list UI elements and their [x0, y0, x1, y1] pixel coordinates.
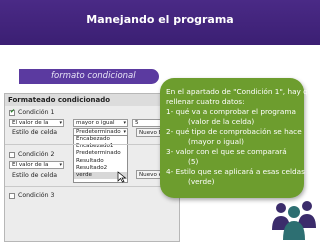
- condition2-label: Condición 2: [18, 151, 55, 158]
- condition3-label: Condición 3: [18, 192, 55, 199]
- condition1-checkbox[interactable]: [9, 108, 15, 116]
- mouse-pointer-icon: [117, 171, 127, 183]
- style-option[interactable]: Resultado: [74, 158, 127, 165]
- cond2-mode-select[interactable]: El valor de la: [9, 161, 64, 169]
- dialog-title: Formateado condicionado: [5, 94, 179, 106]
- people-group-icon: [272, 201, 316, 240]
- style2-label: Estilo de celda: [12, 172, 58, 179]
- dialog-divider: [5, 186, 179, 187]
- cond1-operator-select[interactable]: mayor o igual: [73, 119, 128, 127]
- slide-title: Manejando el programa: [86, 13, 234, 26]
- callout-line: (valor de la celda): [188, 117, 255, 126]
- cond1-mode-select[interactable]: El valor de la: [9, 119, 64, 127]
- slide-header: Manejando el programa: [0, 0, 320, 45]
- dialog-divider: [5, 144, 179, 145]
- callout-line: 3- valor con el que se comparará: [166, 147, 287, 156]
- style-option[interactable]: Predeterminado: [74, 150, 127, 157]
- condition3-checkbox[interactable]: [9, 193, 15, 199]
- callout-line: (mayor o igual): [188, 137, 244, 146]
- callout-line: (5): [188, 157, 199, 166]
- callout-line: 2- qué tipo de comprobación se hace: [166, 127, 302, 136]
- section-banner-label: formato condicional: [51, 71, 136, 81]
- explanation-callout: En el apartado de "Condición 1", hay que…: [160, 78, 317, 198]
- callout-line: 4- Estilo que se aplicará a esas celdas: [166, 167, 305, 176]
- callout-line: En el apartado de "Condición 1", hay que: [166, 87, 317, 96]
- callout-line: rellenar cuatro datos:: [166, 97, 245, 106]
- style-label: Estilo de celda: [12, 129, 58, 136]
- style-option[interactable]: Encabezado: [74, 136, 127, 143]
- callout-line: (verde): [188, 177, 215, 186]
- condition1-label: Condición 1: [18, 109, 55, 116]
- callout-line: 1- qué va a comprobar el programa: [166, 107, 296, 116]
- condition2-checkbox[interactable]: [9, 152, 15, 158]
- conditional-format-dialog: Formateado condicionado Condición 1 El v…: [4, 93, 180, 242]
- section-banner: formato condicional: [19, 69, 159, 84]
